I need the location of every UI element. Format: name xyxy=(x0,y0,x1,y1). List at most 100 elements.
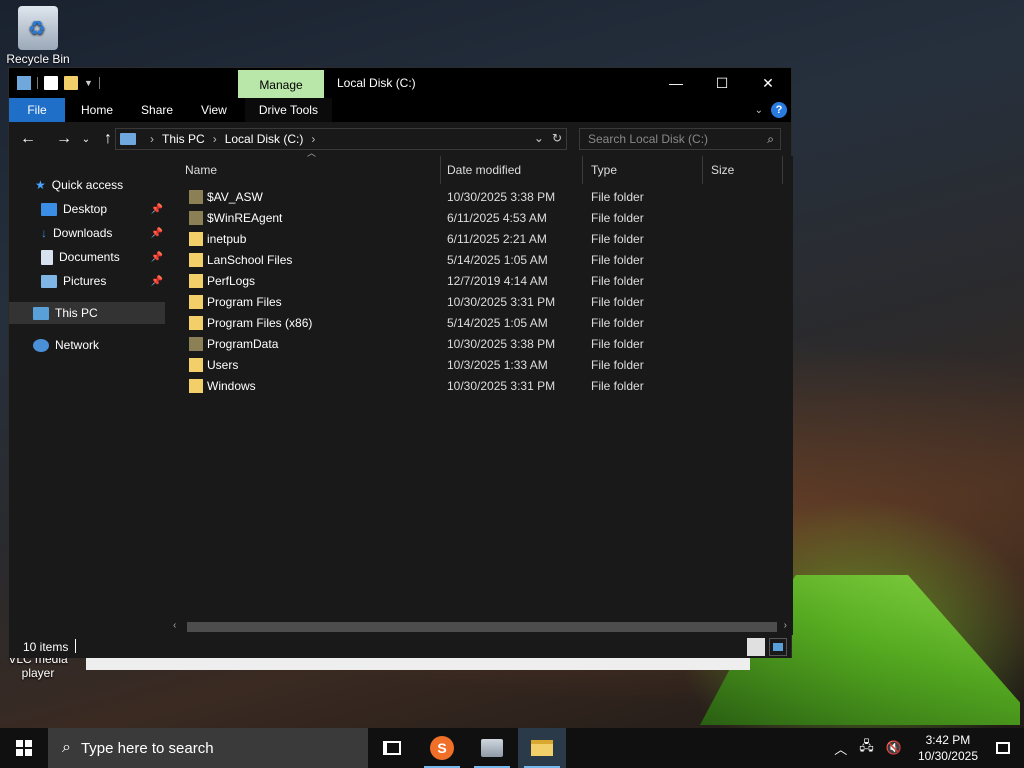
taskbar-clock[interactable]: 3:42 PM 10/30/2025 xyxy=(918,732,978,764)
file-type: File folder xyxy=(591,190,644,204)
search-icon: ⌕ xyxy=(62,739,71,756)
back-arrow-icon[interactable]: ← xyxy=(17,130,39,148)
pin-icon[interactable]: 📌 xyxy=(151,276,163,287)
clock-time: 3:42 PM xyxy=(925,733,971,747)
table-row[interactable]: $WinREAgent 6/11/2025 4:53 AM File folde… xyxy=(181,208,781,229)
breadcrumb-separator-icon[interactable]: › xyxy=(213,132,217,146)
address-bar[interactable]: › This PC › Local Disk (C:) › ⌄ ↻ xyxy=(115,128,567,150)
sidebar-item-label: This PC xyxy=(55,306,98,320)
breadcrumb-this-pc[interactable]: This PC xyxy=(162,132,205,146)
task-view-button[interactable] xyxy=(368,728,416,768)
pin-icon[interactable]: 📌 xyxy=(151,228,163,239)
refresh-icon[interactable]: ↻ xyxy=(552,131,562,145)
file-type: File folder xyxy=(591,274,644,288)
table-row[interactable]: PerfLogs 12/7/2019 4:14 AM File folder xyxy=(181,271,781,292)
file-type: File folder xyxy=(591,316,644,330)
tab-home[interactable]: Home xyxy=(67,98,127,122)
folder-icon xyxy=(189,358,203,372)
table-row[interactable]: $AV_ASW 10/30/2025 3:38 PM File folder xyxy=(181,187,781,208)
file-date: 5/14/2025 1:05 AM xyxy=(447,316,548,330)
breadcrumb-local-disk[interactable]: Local Disk (C:) xyxy=(225,132,304,146)
new-folder-icon[interactable] xyxy=(64,76,78,90)
sidebar-item-this-pc[interactable]: This PC xyxy=(9,302,165,324)
computer-icon xyxy=(17,76,31,90)
maximize-button[interactable]: ☐ xyxy=(699,68,745,98)
column-header-size[interactable]: Size xyxy=(703,156,783,184)
title-bar[interactable]: ▼ Manage Local Disk (C:) ― ☐ ✕ xyxy=(9,68,791,98)
forward-arrow-icon[interactable]: → xyxy=(53,130,75,148)
volume-muted-icon[interactable]: 🔇 xyxy=(886,740,902,756)
file-list: ︿ Name Date modified Type Size $AV_ASW 1… xyxy=(167,148,793,622)
address-dropdown-icon[interactable]: ⌄ xyxy=(534,131,544,145)
recent-locations-chevron-icon[interactable]: ⌄ xyxy=(75,134,97,145)
breadcrumb-separator-icon[interactable]: › xyxy=(311,132,315,146)
tab-drive-tools[interactable]: Drive Tools xyxy=(244,98,332,122)
taskbar-search-box[interactable]: ⌕ Type here to search xyxy=(48,728,368,768)
desktop-icon-recycle-bin[interactable]: Recycle Bin xyxy=(0,6,76,66)
file-name: $AV_ASW xyxy=(207,190,263,204)
file-date: 10/3/2025 1:33 AM xyxy=(447,358,548,372)
file-name: LanSchool Files xyxy=(207,253,293,267)
ribbon-tabs: File Home Share View Drive Tools ⌄ ? xyxy=(9,98,791,122)
computer-icon xyxy=(33,306,49,320)
table-row[interactable]: inetpub 6/11/2025 2:21 AM File folder xyxy=(181,229,781,250)
taskbar-app-sublime[interactable]: S xyxy=(418,728,466,768)
table-row[interactable]: Program Files (x86) 5/14/2025 1:05 AM Fi… xyxy=(181,313,781,334)
taskbar: ⌕ Type here to search S ︿ 🖧 🔇 3:42 PM 10… xyxy=(0,728,1024,768)
toolbar-separator xyxy=(37,77,38,89)
sidebar-item-downloads[interactable]: ↓ Downloads 📌 xyxy=(9,222,165,244)
sidebar-item-pictures[interactable]: Pictures 📌 xyxy=(9,270,165,292)
network-icon xyxy=(33,338,49,352)
navigation-pane: ★ Quick access Desktop 📌 ↓ Downloads 📌 D… xyxy=(9,156,165,636)
tab-manage[interactable]: Manage xyxy=(238,70,324,98)
folder-icon xyxy=(189,274,203,288)
sidebar-item-label: Desktop xyxy=(63,202,108,216)
file-name: inetpub xyxy=(207,232,247,246)
table-row[interactable]: Users 10/3/2025 1:33 AM File folder xyxy=(181,355,781,376)
properties-icon[interactable] xyxy=(44,76,58,90)
documents-icon xyxy=(41,249,53,265)
star-icon: ★ xyxy=(35,178,46,192)
table-row[interactable]: Windows 10/30/2025 3:31 PM File folder xyxy=(181,376,781,397)
customize-toolbar-icon[interactable]: ▼ xyxy=(84,78,93,88)
details-view-icon[interactable] xyxy=(747,638,765,656)
file-date: 10/30/2025 3:38 PM xyxy=(447,337,556,351)
close-button[interactable]: ✕ xyxy=(745,68,791,98)
pin-icon[interactable]: 📌 xyxy=(151,204,163,215)
windows-start-icon[interactable] xyxy=(0,728,48,768)
large-icons-view-icon[interactable] xyxy=(769,638,787,656)
table-row[interactable]: Program Files 10/30/2025 3:31 PM File fo… xyxy=(181,292,781,313)
search-box[interactable]: Search Local Disk (C:) ⌕ xyxy=(579,128,781,150)
tab-view[interactable]: View xyxy=(187,98,241,122)
notifications-icon[interactable] xyxy=(996,742,1010,754)
sidebar-item-quick-access[interactable]: ★ Quick access xyxy=(9,174,165,196)
show-hidden-icons-chevron-icon[interactable]: ︿ xyxy=(834,739,847,758)
scroll-left-icon[interactable]: ‹ xyxy=(173,620,176,631)
column-header-date-modified[interactable]: Date modified xyxy=(439,156,583,184)
clock-date: 10/30/2025 xyxy=(917,749,978,763)
scrollbar-thumb[interactable] xyxy=(187,622,777,632)
taskbar-app-file-explorer[interactable] xyxy=(518,728,566,768)
tab-share[interactable]: Share xyxy=(127,98,187,122)
table-row[interactable]: LanSchool Files 5/14/2025 1:05 AM File f… xyxy=(181,250,781,271)
file-explorer-window: ▼ Manage Local Disk (C:) ― ☐ ✕ File Home… xyxy=(8,67,793,658)
column-header-type[interactable]: Type xyxy=(583,156,703,184)
pin-icon[interactable]: 📌 xyxy=(151,252,163,263)
help-icon[interactable]: ? xyxy=(771,102,787,118)
horizontal-scrollbar[interactable]: ‹ › xyxy=(167,619,793,635)
file-explorer-icon xyxy=(531,740,553,756)
search-icon: ⌕ xyxy=(767,132,774,146)
scroll-right-icon[interactable]: › xyxy=(784,620,787,631)
minimize-button[interactable]: ― xyxy=(653,68,699,98)
sidebar-item-network[interactable]: Network xyxy=(9,334,165,356)
sidebar-item-documents[interactable]: Documents 📌 xyxy=(9,246,165,268)
taskbar-app-remote-desktop[interactable] xyxy=(468,728,516,768)
network-status-icon[interactable]: 🖧 xyxy=(859,737,874,759)
sidebar-item-desktop[interactable]: Desktop 📌 xyxy=(9,198,165,220)
breadcrumb-separator-icon[interactable]: › xyxy=(150,132,154,146)
expand-ribbon-icon[interactable]: ⌄ xyxy=(755,105,763,116)
column-header-name[interactable]: Name xyxy=(177,156,441,184)
tab-file[interactable]: File xyxy=(9,98,65,122)
table-row[interactable]: ProgramData 10/30/2025 3:38 PM File fold… xyxy=(181,334,781,355)
file-date: 12/7/2019 4:14 AM xyxy=(447,274,548,288)
